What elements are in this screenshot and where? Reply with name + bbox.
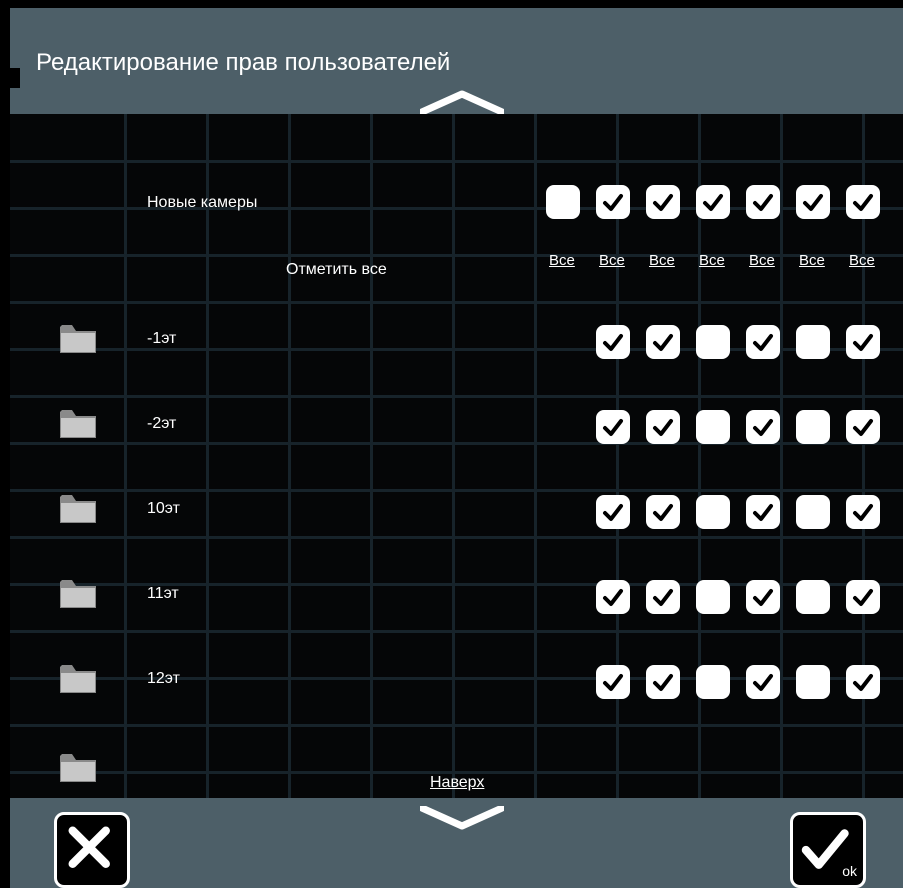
floor-permission-checkbox[interactable] (796, 410, 830, 444)
close-button[interactable] (54, 812, 130, 888)
floor-permission-checkbox[interactable] (596, 580, 630, 614)
floor-permission-checkbox[interactable] (696, 410, 730, 444)
new-cameras-checkbox[interactable] (796, 185, 830, 219)
close-icon (68, 826, 110, 868)
floor-permission-checkbox[interactable] (596, 495, 630, 529)
select-all-link[interactable]: Все (799, 252, 825, 269)
folder-icon[interactable] (58, 406, 98, 440)
floor-label: -2эт (147, 415, 177, 432)
floor-label: -1эт (147, 330, 177, 347)
floor-permission-checkbox[interactable] (846, 325, 880, 359)
floor-permission-checkbox[interactable] (796, 325, 830, 359)
floor-permission-checkbox[interactable] (746, 665, 780, 699)
naverh-link[interactable]: Наверх (430, 774, 484, 792)
floor-permission-checkbox[interactable] (646, 410, 680, 444)
ok-label: ok (842, 863, 857, 879)
new-cameras-checkbox[interactable] (746, 185, 780, 219)
floor-permission-checkbox[interactable] (846, 410, 880, 444)
floor-label: 10эт (147, 500, 180, 517)
floor-permission-checkbox[interactable] (696, 665, 730, 699)
floor-permission-checkbox[interactable] (746, 325, 780, 359)
floor-permission-checkbox[interactable] (746, 410, 780, 444)
folder-icon[interactable] (58, 491, 98, 525)
new-cameras-checkbox[interactable] (596, 185, 630, 219)
select-all-link[interactable]: Все (549, 252, 575, 269)
folder-icon[interactable] (58, 321, 98, 355)
floor-permission-checkbox[interactable] (646, 665, 680, 699)
floor-permission-checkbox[interactable] (846, 580, 880, 614)
floor-permission-checkbox[interactable] (696, 325, 730, 359)
floor-permission-checkbox[interactable] (596, 665, 630, 699)
mark-all-label: Отметить все (286, 261, 387, 278)
permissions-grid: Новые камеры Отметить все Все Все Все Все Вс… (10, 114, 903, 798)
floor-permission-checkbox[interactable] (646, 325, 680, 359)
floor-permission-checkbox[interactable] (746, 495, 780, 529)
chevron-down-icon[interactable] (420, 806, 504, 832)
floor-label: 11эт (147, 585, 179, 602)
select-all-link[interactable]: Все (599, 252, 625, 269)
header-panel: Редактирование прав пользователей (10, 8, 903, 114)
new-cameras-label: Новые камеры (147, 194, 258, 211)
floor-permission-checkbox[interactable] (596, 410, 630, 444)
new-cameras-checkbox[interactable] (546, 185, 580, 219)
new-cameras-checkbox[interactable] (696, 185, 730, 219)
floor-permission-checkbox[interactable] (796, 495, 830, 529)
floor-permission-checkbox[interactable] (846, 665, 880, 699)
folder-icon[interactable] (58, 750, 98, 784)
ok-button[interactable]: ok (790, 812, 866, 888)
folder-icon[interactable] (58, 576, 98, 610)
floor-permission-checkbox[interactable] (746, 580, 780, 614)
select-all-link[interactable]: Все (849, 252, 875, 269)
floor-permission-checkbox[interactable] (696, 495, 730, 529)
select-all-link[interactable]: Все (749, 252, 775, 269)
floor-permission-checkbox[interactable] (796, 665, 830, 699)
footer-panel: ok (10, 798, 903, 888)
folder-icon[interactable] (58, 661, 98, 695)
select-all-link[interactable]: Все (699, 252, 725, 269)
page-title: Редактирование прав пользователей (36, 49, 451, 76)
floor-permission-checkbox[interactable] (646, 495, 680, 529)
floor-permission-checkbox[interactable] (646, 580, 680, 614)
floor-label: 12эт (147, 670, 180, 687)
floor-permission-checkbox[interactable] (796, 580, 830, 614)
select-all-link[interactable]: Все (649, 252, 675, 269)
floor-permission-checkbox[interactable] (696, 580, 730, 614)
floor-permission-checkbox[interactable] (846, 495, 880, 529)
header-stub (10, 68, 20, 88)
floor-permission-checkbox[interactable] (596, 325, 630, 359)
new-cameras-checkbox[interactable] (846, 185, 880, 219)
new-cameras-checkbox[interactable] (646, 185, 680, 219)
chevron-up-icon[interactable] (420, 88, 504, 114)
